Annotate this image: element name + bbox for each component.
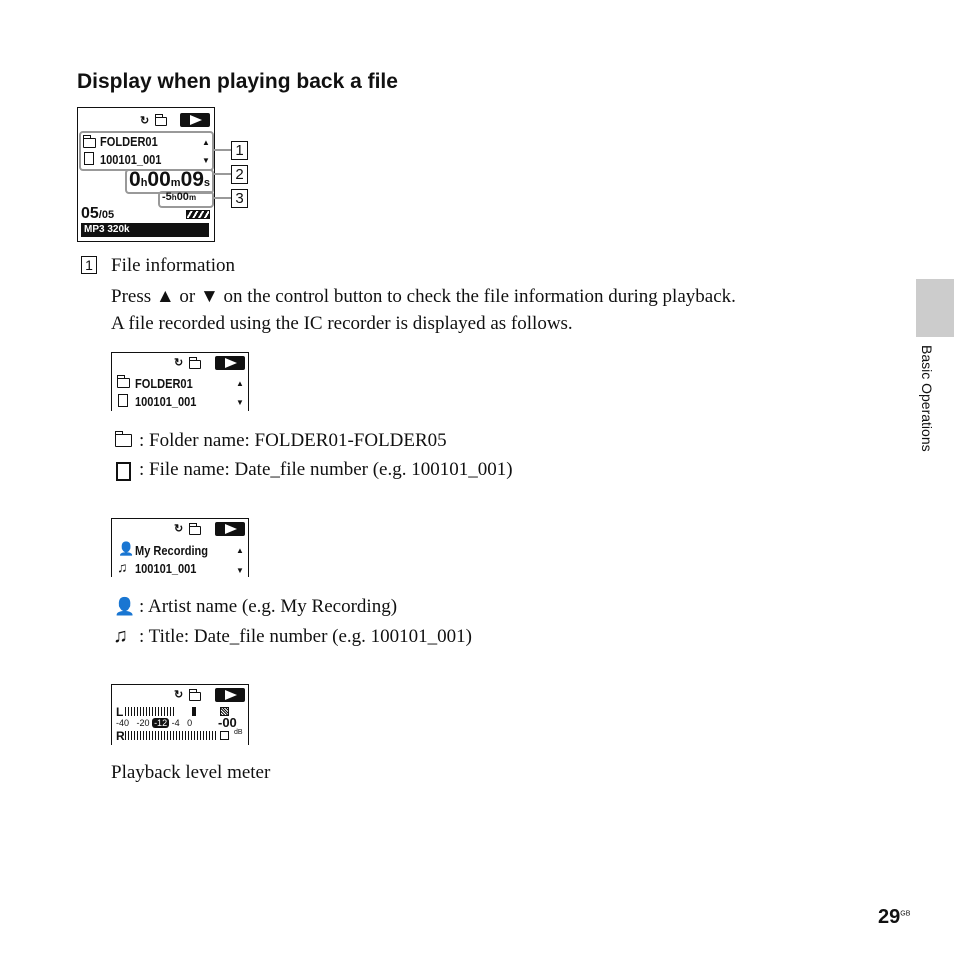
- item-number: 1: [81, 256, 97, 274]
- right-channel-label: R: [116, 729, 125, 743]
- repeat-icon: ↻: [140, 115, 150, 127]
- description-line: Press ▲ or ▼ on the control button to ch…: [111, 286, 736, 307]
- file-icon: [84, 152, 94, 165]
- main-display: ↻ FOLDER01 100101_001 ▲ ▼ 0h00m09s -5h00m…: [77, 107, 215, 242]
- folder-icon: [115, 431, 132, 447]
- callout-2: 2: [231, 165, 248, 184]
- track-counter: 05/05: [81, 205, 115, 222]
- level-scale: -40 -20 -12 -4 0: [116, 718, 193, 728]
- legend-folder: : Folder name: FOLDER01-FOLDER05: [139, 430, 447, 451]
- level-meter-display: ↻ L -40 -20 -12 -4 0 -00 R dB: [111, 684, 249, 745]
- legend-file: : File name: Date_file number (e.g. 1001…: [139, 459, 513, 480]
- description-line: A file recorded using the IC recorder is…: [111, 313, 573, 334]
- file-icon: [118, 394, 128, 407]
- manual-page: Display when playing back a file ↻ FOLDE…: [0, 0, 954, 954]
- section-heading: Display when playing back a file: [77, 70, 398, 93]
- play-icon: [180, 113, 210, 127]
- item-title: File information: [111, 255, 236, 276]
- page-number: 29GB: [878, 906, 911, 928]
- format-bar: MP3 320k: [81, 223, 209, 237]
- folder-mode-icon: [155, 114, 167, 126]
- folder-file-display: ↻ FOLDER01 100101_001 ▲ ▼: [111, 352, 249, 411]
- person-icon: 👤: [118, 541, 135, 556]
- callout-3: 3: [231, 189, 248, 208]
- left-level-bar: [125, 707, 175, 716]
- folder-icon: [117, 375, 130, 388]
- side-tab: [916, 279, 954, 337]
- artist-name: My Recording: [135, 543, 209, 558]
- title-name: 100101_001: [135, 561, 197, 576]
- music-note-icon: ♫: [117, 559, 128, 575]
- folder-name: FOLDER01: [135, 376, 193, 391]
- folder-name: FOLDER01: [100, 134, 158, 149]
- folder-icon: [83, 135, 96, 148]
- right-level-bar: [125, 731, 217, 740]
- battery-icon: [186, 210, 210, 219]
- file-name: 100101_001: [100, 152, 162, 167]
- remaining-time: -5h00m: [162, 191, 197, 203]
- side-tab-label: Basic Operations: [919, 345, 935, 452]
- file-icon: [116, 462, 131, 481]
- elapsed-time: 0h00m09s: [129, 168, 211, 191]
- callout-1: 1: [231, 141, 248, 160]
- left-channel-label: L: [116, 705, 124, 719]
- artist-title-display: ↻ 👤 My Recording ♫ 100101_001 ▲ ▼: [111, 518, 249, 577]
- music-note-icon: ♫: [113, 625, 128, 647]
- db-unit: dB: [234, 729, 243, 736]
- legend-title: : Title: Date_file number (e.g. 100101_0…: [139, 626, 472, 647]
- meter-caption: Playback level meter: [111, 762, 271, 783]
- peak-value: -00: [218, 715, 237, 730]
- legend-artist: : Artist name (e.g. My Recording): [139, 596, 398, 617]
- file-name: 100101_001: [135, 394, 197, 409]
- person-icon: 👤: [114, 597, 136, 616]
